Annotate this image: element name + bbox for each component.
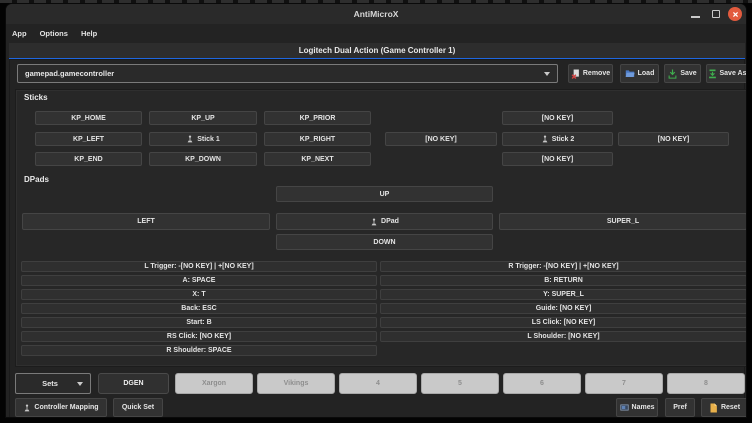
reset-button-label: Reset (721, 404, 740, 411)
controller-mapping-button[interactable]: Controller Mapping (15, 398, 107, 417)
mapping-ls-click-button[interactable]: LS Click: [NO KEY] (380, 317, 747, 328)
load-icon (625, 69, 635, 78)
mapping-guide-button[interactable]: Guide: [NO KEY] (380, 303, 747, 314)
dpad-left-button[interactable]: LEFT (22, 213, 270, 230)
remove-button-label: Remove (583, 70, 610, 77)
save-icon (668, 69, 677, 79)
joystick-icon (541, 135, 549, 143)
menu-help[interactable]: Help (81, 29, 97, 38)
names-button-label: Names (632, 404, 655, 411)
save-as-button[interactable]: Save As (706, 64, 747, 83)
titlebar: AntiMicroX (6, 4, 746, 24)
maximize-icon[interactable] (712, 10, 720, 18)
close-icon[interactable] (728, 7, 742, 21)
names-button[interactable]: Names (616, 398, 658, 417)
dpad-down-button[interactable]: DOWN (276, 234, 493, 250)
stick1-up-left-button[interactable]: KP_HOME (35, 111, 142, 125)
stick1-center-button[interactable]: Stick 1 (149, 132, 257, 146)
dpad-up-button[interactable]: UP (276, 186, 493, 202)
profile-combobox[interactable]: gamepad.gamecontroller (17, 64, 558, 83)
stick1-up-right-button[interactable]: KP_PRIOR (264, 111, 371, 125)
save-as-icon (708, 69, 717, 79)
joystick-icon (186, 135, 194, 143)
set-tab-6[interactable]: 6 (503, 373, 581, 394)
dpad-center-label: DPad (381, 218, 399, 225)
sets-combobox-label: Sets (23, 379, 77, 388)
set-tab-4[interactable]: 4 (339, 373, 417, 394)
stick1-down-left-button[interactable]: KP_END (35, 152, 142, 166)
save-as-button-label: Save As (720, 70, 747, 77)
stick2-right-button[interactable]: [NO KEY] (618, 132, 729, 146)
chevron-down-icon (77, 382, 83, 386)
tab-controller[interactable]: Logitech Dual Action (Game Controller 1) (9, 43, 745, 58)
minimize-icon[interactable] (691, 16, 700, 18)
save-button[interactable]: Save (664, 64, 701, 83)
mapping-b-button[interactable]: B: RETURN (380, 275, 747, 286)
stick1-right-button[interactable]: KP_RIGHT (264, 132, 371, 146)
close-x-glyph (732, 11, 739, 18)
mapping-x-button[interactable]: X: T (21, 289, 377, 300)
names-icon (620, 403, 629, 412)
set-tab-1-dgen[interactable]: DGEN (98, 373, 169, 394)
reset-button[interactable]: Reset (701, 398, 747, 417)
load-button-label: Load (638, 70, 655, 77)
joystick-icon (370, 218, 378, 226)
stick1-down-right-button[interactable]: KP_NEXT (264, 152, 371, 166)
mapping-l-trigger-button[interactable]: L Trigger: -[NO KEY] | +[NO KEY] (21, 261, 377, 272)
pref-button[interactable]: Pref (665, 398, 695, 417)
set-tab-5[interactable]: 5 (421, 373, 499, 394)
stick2-down-button[interactable]: [NO KEY] (502, 152, 613, 166)
dpad-center-button[interactable]: DPad (276, 213, 493, 230)
stick1-down-button[interactable]: KP_DOWN (149, 152, 257, 166)
stick2-left-button[interactable]: [NO KEY] (385, 132, 497, 146)
sets-combobox[interactable]: Sets (15, 373, 91, 394)
controller-mapping-label: Controller Mapping (34, 404, 98, 411)
mapping-r-shoulder-button[interactable]: R Shoulder: SPACE (21, 345, 377, 356)
window-title: AntiMicroX (6, 4, 746, 24)
set-tab-3-vikings[interactable]: Vikings (257, 373, 335, 394)
joystick-icon (23, 404, 31, 412)
stick2-center-label: Stick 2 (552, 136, 575, 143)
mapping-start-button[interactable]: Start: B (21, 317, 377, 328)
reset-icon (709, 403, 718, 413)
profile-combobox-value: gamepad.gamecontroller (25, 69, 114, 78)
set-tab-2-xargon[interactable]: Xargon (175, 373, 253, 394)
stick2-center-button[interactable]: Stick 2 (502, 132, 613, 146)
dpad-right-button[interactable]: SUPER_L (499, 213, 747, 230)
remove-button[interactable]: Remove (568, 64, 613, 83)
mapping-l-shoulder-button[interactable]: L Shoulder: [NO KEY] (380, 331, 747, 342)
mapping-r-trigger-button[interactable]: R Trigger: -[NO KEY] | +[NO KEY] (380, 261, 747, 272)
quick-set-button[interactable]: Quick Set (113, 398, 163, 417)
load-button[interactable]: Load (620, 64, 659, 83)
mapping-a-button[interactable]: A: SPACE (21, 275, 377, 286)
menubar: App Options Help (6, 24, 746, 42)
set-tab-8[interactable]: 8 (667, 373, 745, 394)
stick1-left-button[interactable]: KP_LEFT (35, 132, 142, 146)
chevron-down-icon (544, 72, 550, 76)
app-window: AntiMicroX App Options Help Logitech Dua… (5, 3, 747, 418)
stick1-center-label: Stick 1 (197, 136, 220, 143)
menu-options[interactable]: Options (40, 29, 68, 38)
stick1-up-button[interactable]: KP_UP (149, 111, 257, 125)
dpads-section-label: DPads (24, 175, 49, 184)
save-button-label: Save (680, 70, 696, 77)
controller-panel: Sticks KP_HOME KP_UP KP_PRIOR KP_LEFT St… (15, 89, 747, 367)
mapping-y-button[interactable]: Y: SUPER_L (380, 289, 747, 300)
remove-icon (571, 69, 580, 79)
mapping-rs-click-button[interactable]: RS Click: [NO KEY] (21, 331, 377, 342)
mapping-back-button[interactable]: Back: ESC (21, 303, 377, 314)
sticks-section-label: Sticks (24, 93, 48, 102)
stick2-up-button[interactable]: [NO KEY] (502, 111, 613, 125)
menu-app[interactable]: App (12, 29, 27, 38)
set-tab-7[interactable]: 7 (585, 373, 663, 394)
